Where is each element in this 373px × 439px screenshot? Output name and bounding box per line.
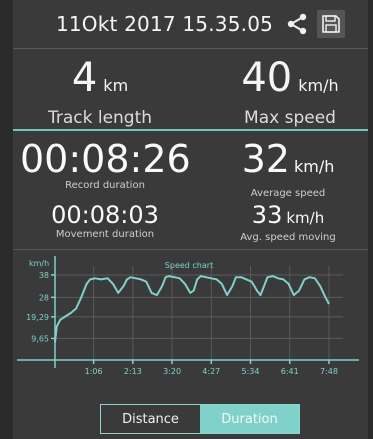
average-speed-stat: 32 km/h Average speed: [228, 138, 348, 199]
header-divider: [13, 48, 368, 49]
average-speed-unit: km/h: [293, 157, 335, 176]
speed-chart: 38 28 19,29 9,65 1:06 2:13 3:20 4:27 5:34 6:41 7:4…: [13, 252, 368, 384]
chart-title: Speed chart: [165, 261, 213, 270]
movement-duration-stat: 00:08:03 Movement duration: [35, 201, 175, 240]
share-icon[interactable]: [285, 12, 309, 36]
right-border: [368, 0, 373, 439]
x-tick-label: 5:34: [242, 367, 260, 376]
record-duration-value: 00:08:26: [20, 137, 191, 181]
max-speed-unit: km/h: [298, 76, 339, 95]
track-length-stat: 4 km Track length: [45, 56, 155, 128]
track-length-value: 4: [71, 55, 98, 101]
max-speed-value: 40: [241, 55, 293, 101]
speed-chart-svg: 38 28 19,29 9,65 1:06 2:13 3:20 4:27 5:34 6:41 7:4…: [17, 256, 359, 376]
x-tick-label: 3:20: [163, 367, 181, 376]
avg-speed-moving-stat: 33 km/h Avg. speed moving: [228, 201, 348, 243]
y-tick-label: 38: [39, 271, 49, 280]
avg-speed-moving-label: Avg. speed moving: [240, 232, 336, 243]
distance-toggle-button[interactable]: Distance: [101, 405, 200, 433]
accent-divider: [13, 129, 368, 131]
x-tick-label: 7:48: [320, 367, 338, 376]
left-border: [0, 0, 13, 439]
section-divider: [13, 249, 368, 250]
track-length-label: Track length: [47, 108, 153, 128]
max-speed-label: Max speed: [244, 108, 336, 128]
movement-duration-value: 00:08:03: [51, 201, 159, 229]
average-speed-label: Average speed: [250, 188, 326, 199]
movement-duration-label: Movement duration: [55, 229, 155, 240]
save-button[interactable]: [317, 10, 346, 38]
record-duration-label: Record duration: [65, 180, 145, 191]
save-icon: [322, 15, 340, 33]
y-tick-label: 9,65: [31, 334, 49, 343]
header: 11Okt 2017 15.35.05: [13, 0, 368, 48]
duration-toggle-button[interactable]: Duration: [200, 405, 299, 433]
track-title: 11Okt 2017 15.35.05: [55, 12, 274, 36]
y-tick-label: 19,29: [26, 313, 49, 322]
x-tick-label: 6:41: [281, 367, 299, 376]
x-tick-label: 1:06: [85, 367, 103, 376]
x-tick-label: 4:27: [202, 367, 220, 376]
x-tick-label: 2:13: [124, 367, 142, 376]
average-speed-value: 32: [241, 137, 290, 181]
y-tick-label: 28: [39, 293, 49, 302]
record-duration-stat: 00:08:26 Record duration: [20, 137, 191, 191]
avg-speed-moving-value: 33: [251, 201, 283, 229]
max-speed-stat: 40 km/h Max speed: [230, 56, 350, 128]
avg-speed-moving-unit: km/h: [286, 209, 325, 227]
y-axis-label: km/h: [29, 259, 49, 268]
track-length-unit: km: [103, 76, 129, 95]
speed-series-line: [54, 275, 330, 343]
x-axis-toggle[interactable]: Distance Duration: [100, 404, 300, 434]
